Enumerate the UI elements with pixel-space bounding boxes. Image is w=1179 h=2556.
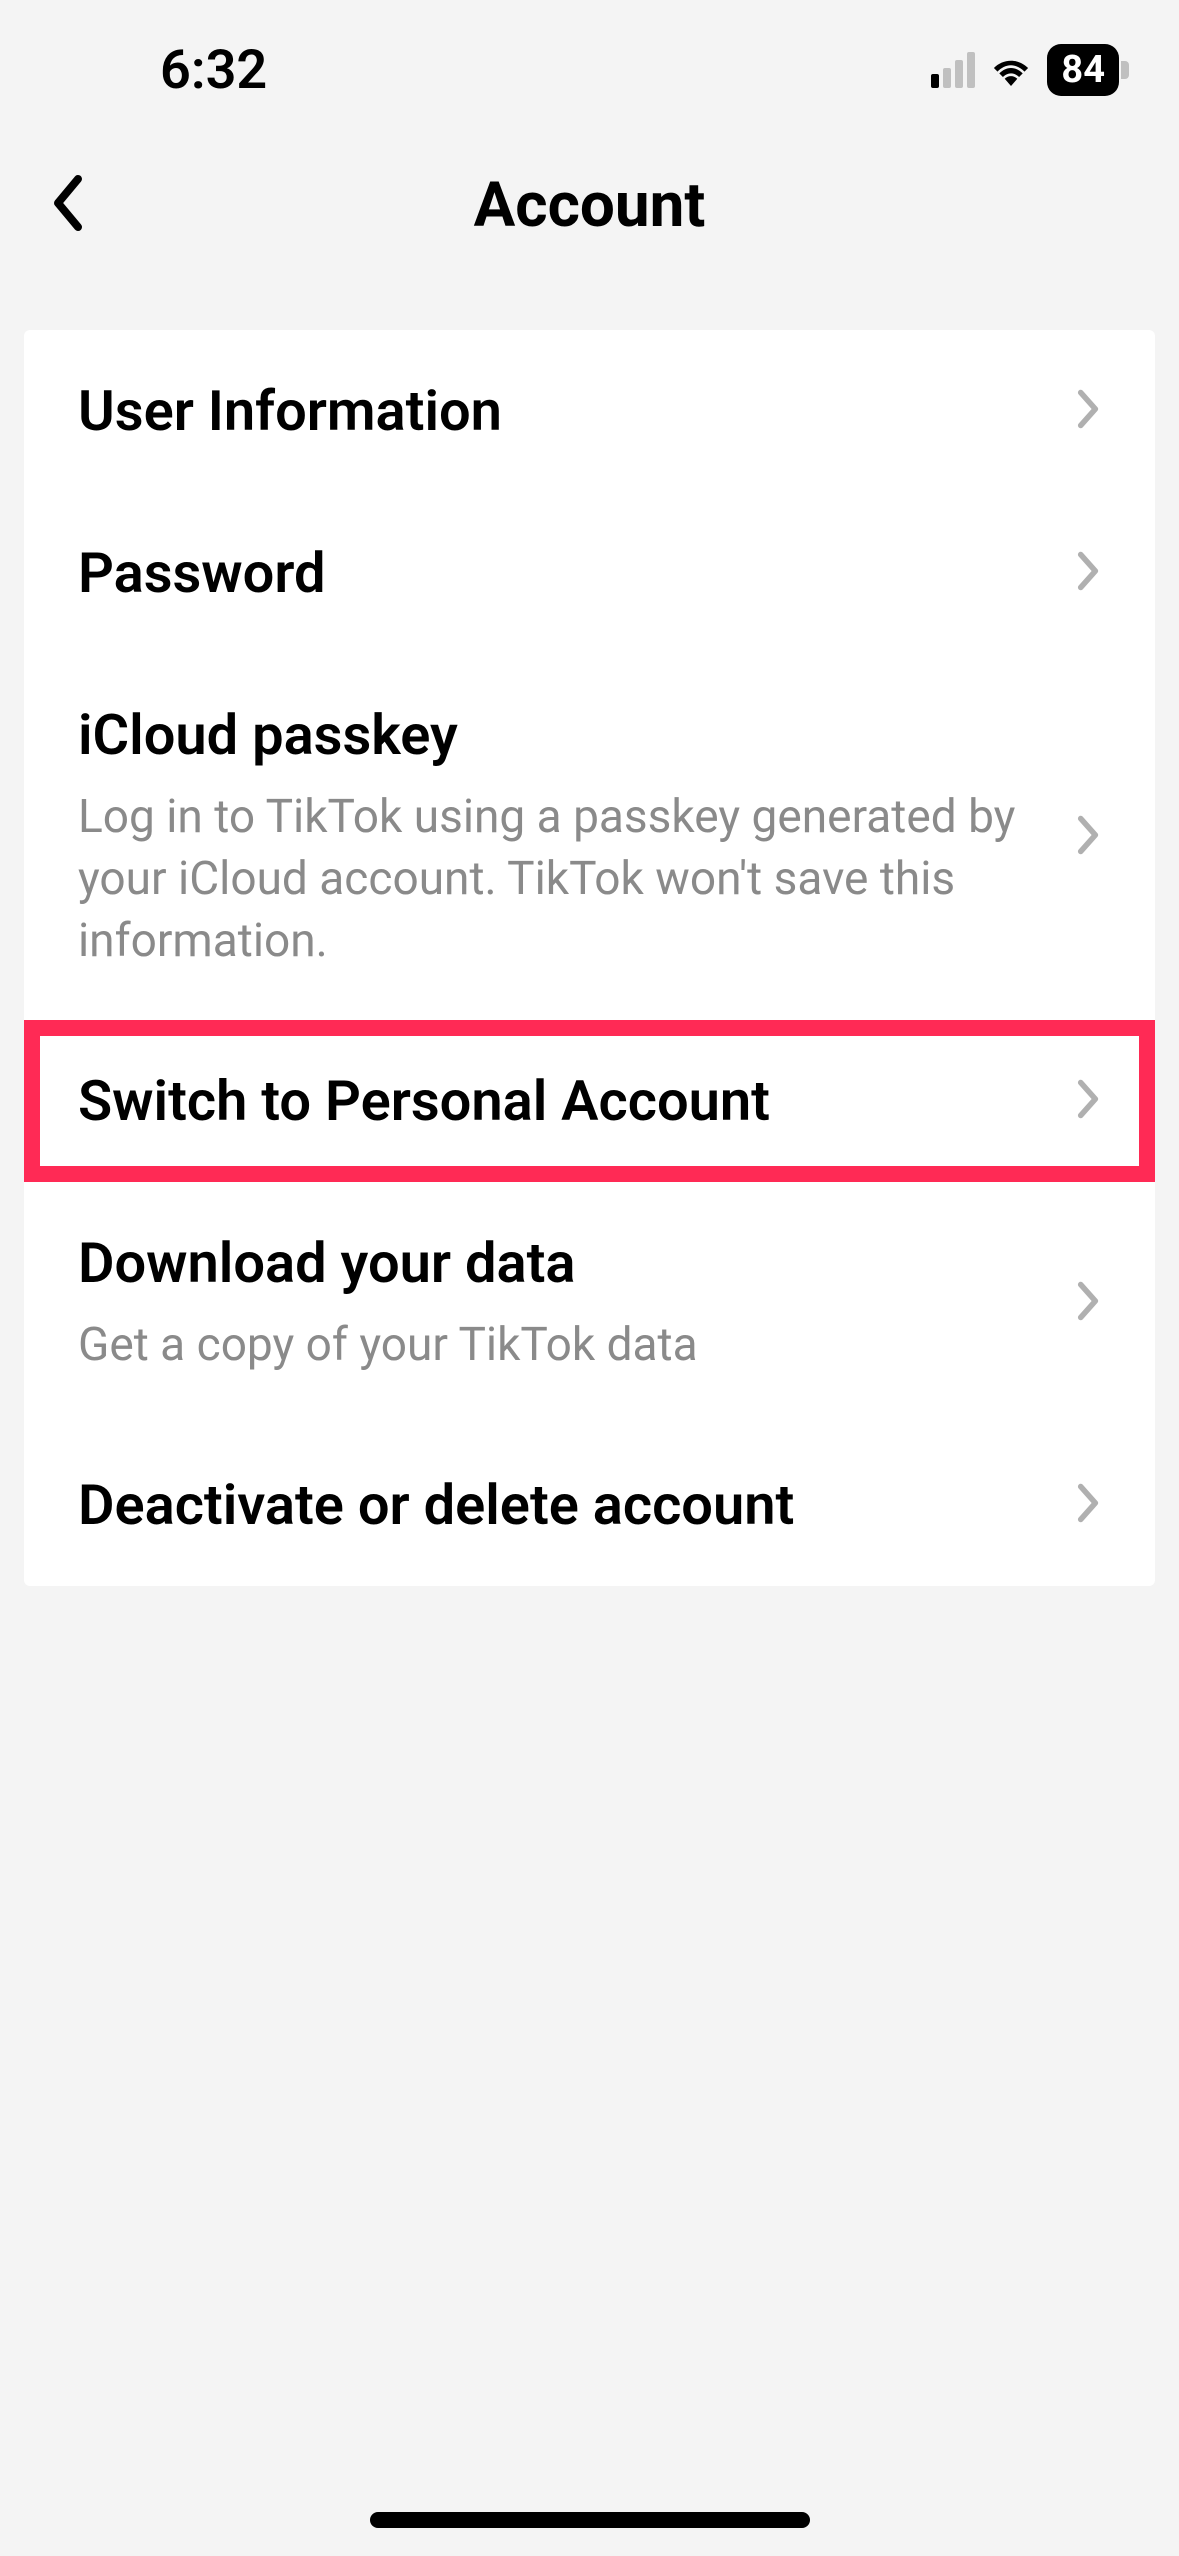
list-item-title: Password [78,540,1075,606]
list-item-subtitle: Get a copy of your TikTok data [78,1314,1075,1376]
chevron-right-icon [1075,813,1101,857]
disclosure-indicator [1075,549,1101,597]
list-item-deactivate-delete[interactable]: Deactivate or delete account [24,1424,1155,1586]
chevron-right-icon [1075,549,1101,593]
status-bar: 6:32 84 [0,0,1179,130]
disclosure-indicator [1075,1077,1101,1125]
disclosure-indicator [1075,387,1101,435]
status-time: 6:32 [160,39,267,102]
list-item-title: Deactivate or delete account [78,1472,1075,1538]
cellular-signal-icon [931,52,975,88]
battery-indicator: 84 [1047,44,1119,96]
list-item-title: Download your data [78,1230,1075,1296]
chevron-right-icon [1075,1077,1101,1121]
list-item-icloud-passkey[interactable]: iCloud passkey Log in to TikTok using a p… [24,654,1155,1020]
list-item-user-information[interactable]: User Information [24,330,1155,492]
list-item-download-data[interactable]: Download your data Get a copy of your Tik… [24,1182,1155,1424]
status-indicators: 84 [931,44,1119,96]
chevron-right-icon [1075,1279,1101,1323]
chevron-right-icon [1075,1481,1101,1525]
list-item-title: iCloud passkey [78,702,1075,768]
chevron-left-icon [48,173,88,233]
chevron-right-icon [1075,387,1101,431]
page-title: Account [474,169,706,242]
disclosure-indicator [1075,813,1101,861]
list-item-switch-personal-account[interactable]: Switch to Personal Account [24,1020,1155,1182]
nav-header: Account [0,130,1179,280]
disclosure-indicator [1075,1279,1101,1327]
list-item-password[interactable]: Password [24,492,1155,654]
list-item-title: User Information [78,378,1075,444]
back-button[interactable] [48,173,88,237]
home-indicator[interactable] [370,2512,810,2528]
wifi-icon [989,50,1033,90]
settings-list: User Information Password iCloud passkey Lo… [24,330,1155,1586]
list-item-subtitle: Log in to TikTok using a passkey generat… [78,786,1075,972]
disclosure-indicator [1075,1481,1101,1529]
list-item-title: Switch to Personal Account [78,1068,1075,1134]
